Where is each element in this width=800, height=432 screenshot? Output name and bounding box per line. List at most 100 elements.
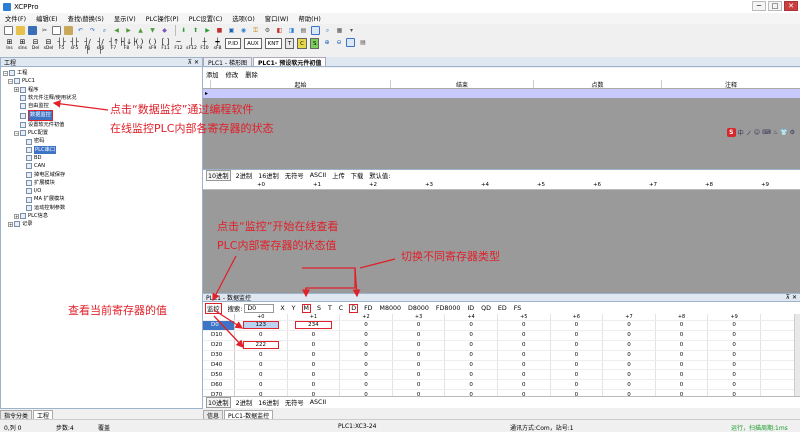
ime-settings-icon[interactable]: ⚙: [790, 129, 795, 136]
tree-item[interactable]: + 程序: [3, 86, 202, 94]
menu-edit[interactable]: 编辑(E): [31, 14, 63, 23]
register-value-cell[interactable]: 0: [393, 330, 446, 340]
type-fd8000[interactable]: FD8000: [435, 305, 462, 312]
register-value-cell[interactable]: 0: [551, 321, 604, 330]
register-value-cell[interactable]: 0: [551, 340, 604, 350]
type-c[interactable]: C: [338, 305, 344, 312]
register-value-cell[interactable]: 0: [551, 380, 604, 390]
read-plc-icon[interactable]: ◧: [275, 26, 284, 35]
register-value-cell[interactable]: 0: [340, 350, 393, 360]
register-value-cell[interactable]: 0: [708, 330, 761, 340]
register-value-cell[interactable]: 0: [288, 350, 341, 360]
register-value-cell[interactable]: 0: [288, 370, 341, 380]
register-value-cell[interactable]: 0: [288, 340, 341, 350]
tree-item[interactable]: 运动控制参数: [3, 204, 202, 212]
register-value-cell[interactable]: 0: [288, 330, 341, 340]
tab-instruction-category[interactable]: 指令分类: [0, 410, 33, 420]
register-value-cell[interactable]: 0: [340, 321, 393, 330]
t-button[interactable]: T: [284, 38, 295, 49]
menu-options[interactable]: 选项(O): [227, 14, 259, 23]
tab-data-monitor[interactable]: PLC1-数据监控: [224, 410, 274, 420]
ime-punct-icon[interactable]: ノ: [746, 128, 752, 137]
tree-item[interactable]: MA 扩展模块: [3, 195, 202, 203]
shift-insert-tool[interactable]: ⊞ sIns: [17, 38, 28, 51]
falling-edge-tool[interactable]: ┤↓├ F8: [121, 38, 136, 51]
register-value-cell[interactable]: 0: [498, 360, 551, 370]
register-value-cell[interactable]: 0: [340, 380, 393, 390]
monitor-row[interactable]: D50 0 0 0 0 0 0 0 0 0 0: [203, 370, 800, 381]
nc-contact-tool[interactable]: ┤/├ F6: [82, 38, 93, 54]
ladder-view-icon[interactable]: [311, 26, 320, 35]
register-value-cell[interactable]: 0: [603, 321, 656, 330]
radix-ascii[interactable]: ASCII: [309, 399, 327, 406]
ime-shirt-icon[interactable]: 👕: [780, 129, 787, 136]
tab-preset-values[interactable]: PLC1- 预设软元件初值: [252, 57, 327, 67]
knt-button[interactable]: KNT: [264, 38, 282, 49]
vline-tool[interactable]: │ sF12: [186, 38, 197, 51]
cut-icon[interactable]: ✂: [40, 26, 49, 35]
register-value-cell[interactable]: 0: [340, 370, 393, 380]
register-value-cell[interactable]: 0: [445, 330, 498, 340]
type-m[interactable]: M: [301, 303, 311, 313]
monitor-row[interactable]: D40 0 0 0 0 0 0 0 0 0 0: [203, 360, 800, 371]
register-value-cell[interactable]: 0: [708, 321, 761, 330]
coil-tool[interactable]: ( ) F9: [134, 38, 145, 51]
register-value-cell[interactable]: 0: [498, 340, 551, 350]
register-value-cell[interactable]: 0: [708, 380, 761, 390]
tree-item[interactable]: 掉电区域保存: [3, 171, 202, 179]
ime-chinese-icon[interactable]: 中: [738, 128, 744, 137]
menu-plc-operation[interactable]: PLC操作(P): [141, 14, 184, 23]
settings-icon[interactable]: ⚙: [263, 26, 272, 35]
tree-item[interactable]: − PLC1: [3, 77, 202, 85]
more-icon[interactable]: ▾: [347, 26, 356, 35]
new-file-icon[interactable]: [4, 26, 13, 35]
upload-button[interactable]: 上传: [331, 171, 346, 180]
delete-tool[interactable]: ⊟ Del: [30, 38, 41, 51]
download-button[interactable]: 下载: [350, 171, 365, 180]
register-value-cell[interactable]: 0: [393, 340, 446, 350]
type-m8000[interactable]: M8000: [379, 305, 402, 312]
rising-edge-tool[interactable]: ┤↑├ F7: [108, 38, 123, 51]
parallel-coil-tool[interactable]: ( ) sF9: [147, 38, 158, 51]
type-fs[interactable]: FS: [513, 305, 523, 312]
arrow-right-icon[interactable]: ▶: [124, 26, 133, 35]
tree-item[interactable]: + PLC信息: [3, 212, 202, 220]
monitor-row[interactable]: D60 0 0 0 0 0 0 0 0 0 0: [203, 380, 800, 391]
register-value-cell[interactable]: 0: [656, 340, 709, 350]
type-fd[interactable]: FD: [363, 305, 373, 312]
register-value-cell[interactable]: 0: [656, 330, 709, 340]
tree-item[interactable]: I/O: [3, 187, 202, 195]
monitor-icon[interactable]: ▣: [227, 26, 236, 35]
register-value-cell[interactable]: 0: [445, 370, 498, 380]
register-value-cell[interactable]: 0: [445, 350, 498, 360]
search-icon[interactable]: ⌕: [100, 26, 109, 35]
shift-delete-tool[interactable]: ⊟ sDel: [43, 38, 54, 51]
tree-item[interactable]: 扩展模块: [3, 179, 202, 187]
monitor-row[interactable]: D0 123 234 0 0 0 0 0 0 0 0: [203, 321, 800, 331]
tree-item[interactable]: 密码: [3, 137, 202, 145]
preset-new-row[interactable]: ▸: [203, 89, 800, 98]
run-icon[interactable]: ▶: [203, 26, 212, 35]
minimize-button[interactable]: ─: [752, 1, 766, 11]
ime-emoji-icon[interactable]: ☺: [754, 129, 760, 136]
radix-binary[interactable]: 2进制: [235, 171, 254, 180]
register-value-cell[interactable]: 0: [708, 360, 761, 370]
register-value-cell[interactable]: 0: [235, 380, 288, 390]
arrow-up-icon[interactable]: ▲: [136, 26, 145, 35]
tree-item[interactable]: + 记录: [3, 220, 202, 228]
write-plc-icon[interactable]: ◨: [287, 26, 296, 35]
type-d8000[interactable]: D8000: [407, 305, 430, 312]
register-value-cell[interactable]: 0: [551, 360, 604, 370]
zoom-out-icon[interactable]: ⊖: [334, 38, 343, 47]
monitor-scrollbar[interactable]: [794, 314, 800, 396]
type-y[interactable]: Y: [291, 305, 297, 312]
register-value-cell[interactable]: 0: [603, 330, 656, 340]
menu-plc-settings[interactable]: PLC设置(C): [184, 14, 228, 23]
tab-info[interactable]: 信息: [203, 410, 224, 420]
grid-icon[interactable]: ▦: [335, 26, 344, 35]
ime-skin-icon[interactable]: ♨: [773, 129, 778, 136]
parallel-nc-contact-tool[interactable]: ┤/├ sF6: [95, 38, 106, 54]
register-value-cell[interactable]: 0: [498, 370, 551, 380]
tree-item[interactable]: BD: [3, 154, 202, 162]
register-value-cell[interactable]: 0: [340, 360, 393, 370]
